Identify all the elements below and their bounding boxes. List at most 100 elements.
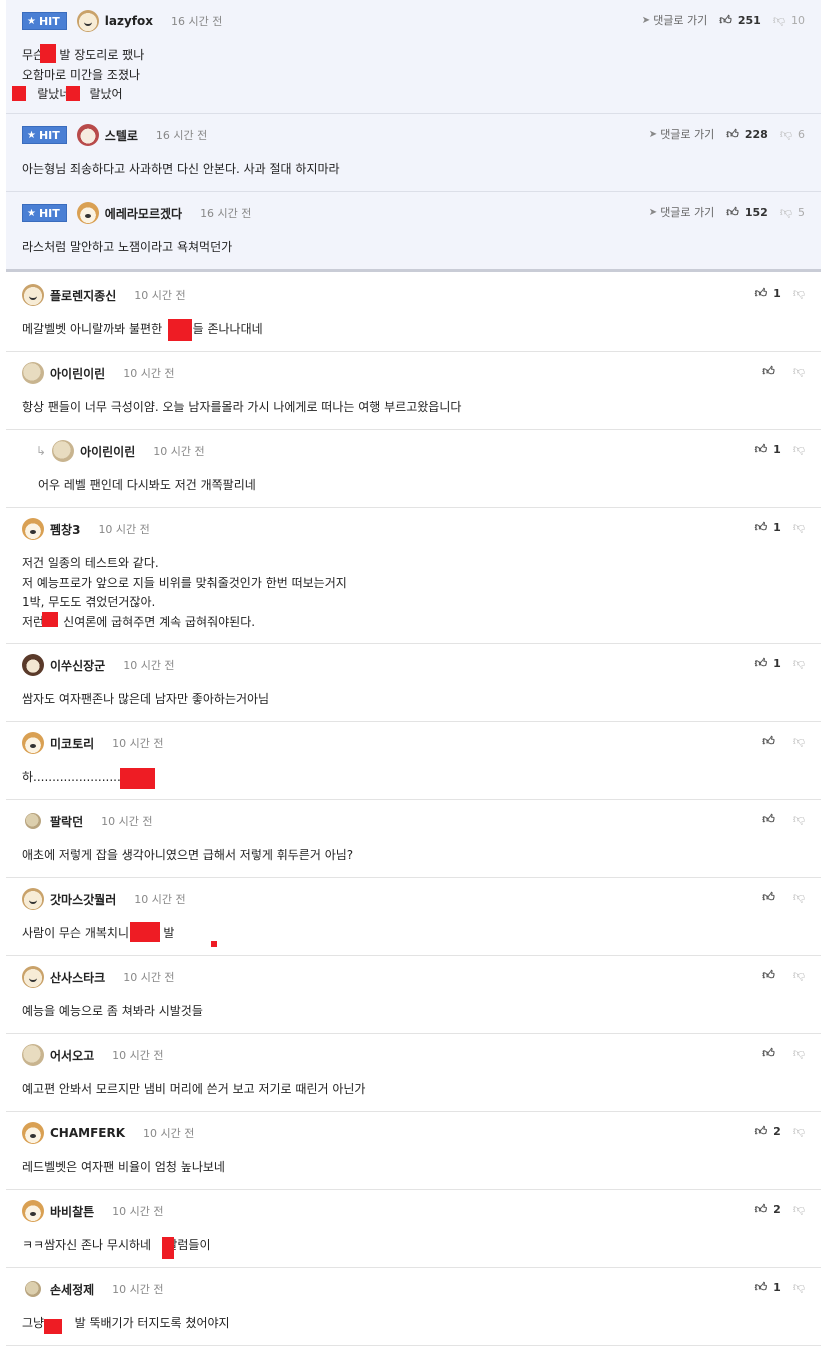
arrow-icon: ➤	[648, 128, 658, 140]
reply-arrow-icon: ↳	[36, 444, 47, 458]
like-button[interactable]: 👍︎	[762, 890, 781, 905]
dislike-button[interactable]: 👎︎	[793, 968, 805, 983]
comment-author[interactable]: 스텔로	[105, 127, 138, 144]
dislike-button[interactable]: 👎︎	[793, 890, 805, 905]
comment-time: 10 시간 전	[123, 367, 175, 380]
avatar[interactable]	[22, 966, 44, 988]
comment-time: 16 시간 전	[200, 207, 252, 220]
avatar[interactable]	[22, 1200, 44, 1222]
like-button[interactable]: 👍︎	[762, 1046, 781, 1061]
avatar[interactable]	[76, 124, 99, 146]
avatar[interactable]	[22, 518, 44, 540]
comment: 어서오고 10 시간 전 👍︎ 👎︎ 예고편 안봐서 모르지만 냄비 머리에 쓴거 …	[6, 1034, 821, 1112]
dislike-button[interactable]: 👎︎	[793, 286, 805, 301]
avatar[interactable]	[76, 10, 99, 32]
dislike-button[interactable]: 👎︎	[793, 734, 805, 749]
comment-author[interactable]: lazyfox	[105, 14, 153, 28]
comment-author[interactable]: 아이린이린	[50, 365, 105, 382]
comment-author[interactable]: 팔락던	[50, 813, 83, 830]
like-button[interactable]: 👍︎ 2	[755, 1202, 781, 1217]
like-button[interactable]: 👍︎	[762, 968, 781, 983]
dislike-button[interactable]: 👎︎	[793, 442, 805, 457]
goto-comment-link[interactable]: ➤ 댓글로 가기	[649, 204, 715, 220]
hit-comments-section: ★ HIT lazyfox 16 시간 전 ➤ 댓글로 가기 👍︎ 251 👎︎ 10 …	[6, 0, 821, 272]
avatar[interactable]	[22, 654, 44, 676]
avatar[interactable]	[52, 440, 75, 462]
comment-author[interactable]: 바비찰튼	[50, 1203, 94, 1220]
comment: 산사스타크 10 시간 전 👍︎ 👎︎ 예능을 예능으로 좀 쳐봐라 시발것들	[6, 956, 821, 1034]
like-button[interactable]: 👍︎ 1	[755, 286, 781, 301]
comment-body: 저건 일종의 테스트와 같다. 저 예능프로가 앞으로 지들 비위를 맞춰줄것인…	[22, 556, 347, 629]
goto-comment-link[interactable]: ➤ 댓글로 가기	[649, 126, 715, 142]
dislike-button[interactable]: 👎︎ 10	[773, 13, 805, 28]
like-button[interactable]: 👍︎ 152	[726, 205, 768, 220]
arrow-icon: ➤	[648, 206, 658, 218]
comment-author[interactable]: 손세정제	[50, 1281, 94, 1298]
like-button[interactable]: 👍︎ 1	[755, 656, 781, 671]
avatar[interactable]	[22, 284, 44, 306]
red-censor-block	[44, 1319, 62, 1334]
avatar[interactable]	[22, 362, 44, 384]
thumbs-up-icon: 👍︎	[754, 1280, 768, 1294]
avatar[interactable]	[22, 1044, 44, 1066]
comment-author[interactable]: 플로렌지종신	[50, 287, 116, 304]
dislike-button[interactable]: 👎︎ 5	[780, 205, 805, 220]
avatar[interactable]	[76, 202, 99, 224]
avatar[interactable]	[25, 1281, 41, 1297]
comment-author[interactable]: 이쑤신장군	[50, 657, 105, 674]
like-button[interactable]: 👍︎ 228	[726, 127, 768, 142]
thumbs-down-icon: 👎︎	[792, 442, 805, 456]
like-button[interactable]: 👍︎ 1	[755, 520, 781, 535]
like-button[interactable]: 👍︎ 251	[719, 13, 761, 28]
red-censor-block	[130, 922, 160, 942]
comment-time: 10 시간 전	[112, 737, 164, 750]
comment-author[interactable]: 에레라모르겠다	[105, 205, 182, 222]
comment-time: 16 시간 전	[171, 15, 223, 28]
comment-author[interactable]: 어서오고	[50, 1047, 94, 1064]
comment-author[interactable]: 갓마스갓뭘러	[50, 891, 116, 908]
thumbs-up-icon: 👍︎	[762, 812, 775, 826]
dislike-button[interactable]: 👎︎	[793, 656, 805, 671]
comment: 손세정제 10 시간 전 👍︎ 1 👎︎ 그냥 발 뚝배기가 터지도록 쳤어야지	[6, 1268, 821, 1346]
dislike-button[interactable]: 👎︎	[793, 812, 805, 827]
comment-author[interactable]: 미코토리	[50, 735, 94, 752]
thumbs-down-icon: 👎︎	[792, 286, 805, 300]
like-button[interactable]: 👍︎ 2	[755, 1124, 781, 1139]
avatar[interactable]	[22, 888, 44, 910]
thumbs-down-icon: 👎︎	[792, 1280, 805, 1294]
comment-time: 10 시간 전	[98, 523, 150, 536]
like-button[interactable]: 👍︎	[762, 812, 781, 827]
thumbs-down-icon: 👎︎	[792, 364, 805, 378]
comment-time: 16 시간 전	[155, 129, 208, 142]
comment-author[interactable]: 아이린이린	[80, 443, 135, 460]
dislike-button[interactable]: 👎︎	[793, 520, 805, 535]
red-censor-block	[168, 319, 192, 341]
comment-author[interactable]: 산사스타크	[50, 969, 105, 986]
avatar[interactable]	[25, 813, 41, 829]
like-button[interactable]: 👍︎	[762, 364, 781, 379]
comment-author[interactable]: 펨창3	[50, 521, 80, 538]
avatar[interactable]	[22, 1122, 44, 1144]
star-icon: ★	[27, 15, 36, 27]
thumbs-up-icon: 👍︎	[754, 1202, 768, 1216]
thumbs-up-icon: 👍︎	[762, 968, 775, 982]
dislike-button[interactable]: 👎︎ 6	[780, 127, 805, 142]
thumbs-up-icon: 👍︎	[754, 656, 768, 670]
comment: 아이린이린 10 시간 전 👍︎ 👎︎ 항상 팬들이 너무 극성이얌. 오늘 남자를…	[6, 352, 821, 430]
thumbs-down-icon: 👎︎	[792, 520, 805, 534]
comment: 플로렌지종신 10 시간 전 👍︎ 1 👎︎ 메갈벨벳 아니랄까봐 불편한 들 존나나…	[6, 274, 821, 352]
dislike-button[interactable]: 👎︎	[793, 1202, 805, 1217]
goto-comment-link[interactable]: ➤ 댓글로 가기	[642, 12, 708, 28]
like-button[interactable]: 👍︎	[762, 734, 781, 749]
dislike-button[interactable]: 👎︎	[793, 1124, 805, 1139]
dislike-button[interactable]: 👎︎	[793, 1280, 805, 1295]
like-button[interactable]: 👍︎ 1	[755, 1280, 781, 1295]
comment-body: 레드벨벳은 여자팬 비율이 엄청 높나보네	[22, 1160, 225, 1174]
like-button[interactable]: 👍︎ 1	[755, 442, 781, 457]
dislike-button[interactable]: 👎︎	[793, 364, 805, 379]
comment-author[interactable]: CHAMFERK	[50, 1126, 125, 1140]
dislike-button[interactable]: 👎︎	[793, 1046, 805, 1061]
thumbs-down-icon: 👎︎	[792, 968, 805, 982]
comment-time: 10 시간 전	[112, 1049, 164, 1062]
avatar[interactable]	[22, 732, 44, 754]
